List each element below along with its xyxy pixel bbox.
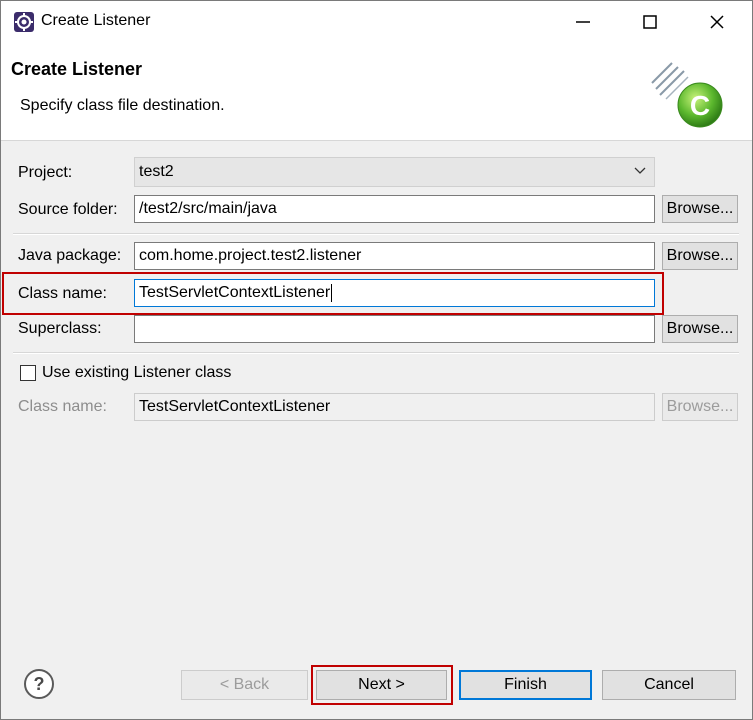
- source-folder-browse-button[interactable]: Browse...: [662, 195, 738, 223]
- new-class-wizard-icon: C: [651, 62, 723, 128]
- class-name-input[interactable]: TestServletContextListener: [134, 279, 655, 307]
- finish-button[interactable]: Finish: [459, 670, 592, 700]
- existing-class-name-input: TestServletContextListener: [134, 393, 655, 421]
- project-label: Project:: [18, 164, 73, 181]
- minimize-button[interactable]: [560, 1, 606, 43]
- existing-class-name-label: Class name:: [18, 398, 107, 415]
- text-caret: [331, 283, 333, 302]
- eclipse-gear-icon: [14, 12, 34, 32]
- window-title: Create Listener: [41, 12, 151, 29]
- superclass-label: Superclass:: [18, 320, 102, 337]
- chevron-down-icon: [634, 167, 646, 174]
- help-icon[interactable]: ?: [23, 668, 55, 700]
- title-bar[interactable]: Create Listener: [1, 1, 752, 43]
- separator: [13, 352, 739, 354]
- maximize-button[interactable]: [627, 1, 673, 43]
- class-name-label: Class name:: [18, 285, 107, 302]
- source-folder-label: Source folder:: [18, 201, 118, 218]
- existing-class-browse-button: Browse...: [662, 393, 738, 421]
- maximize-icon: [643, 15, 657, 29]
- use-existing-label[interactable]: Use existing Listener class: [42, 364, 231, 382]
- java-package-input[interactable]: com.home.project.test2.listener: [134, 242, 655, 270]
- separator: [13, 233, 739, 235]
- banner-title: Create Listener: [11, 59, 143, 79]
- wizard-banner: Create Listener Specify class file desti…: [1, 43, 752, 141]
- minimize-icon: [576, 21, 590, 23]
- java-package-browse-button[interactable]: Browse...: [662, 242, 738, 270]
- source-folder-input[interactable]: /test2/src/main/java: [134, 195, 655, 223]
- svg-text:?: ?: [34, 674, 45, 694]
- project-select[interactable]: test2: [134, 157, 655, 187]
- superclass-input[interactable]: [134, 315, 655, 343]
- cancel-button[interactable]: Cancel: [602, 670, 736, 700]
- svg-text:C: C: [690, 90, 710, 121]
- banner-description: Specify class file destination.: [20, 97, 225, 114]
- project-select-value: test2: [139, 163, 174, 180]
- next-button[interactable]: Next >: [316, 670, 447, 700]
- use-existing-checkbox[interactable]: [20, 365, 36, 381]
- back-button[interactable]: < Back: [181, 670, 308, 700]
- close-button[interactable]: [694, 1, 740, 43]
- create-listener-dialog: Create Listener Create Listener Specify …: [0, 0, 753, 720]
- java-package-label: Java package:: [18, 247, 122, 264]
- class-name-value: TestServletContextListener: [139, 284, 331, 301]
- close-icon: [710, 15, 724, 29]
- superclass-browse-button[interactable]: Browse...: [662, 315, 738, 343]
